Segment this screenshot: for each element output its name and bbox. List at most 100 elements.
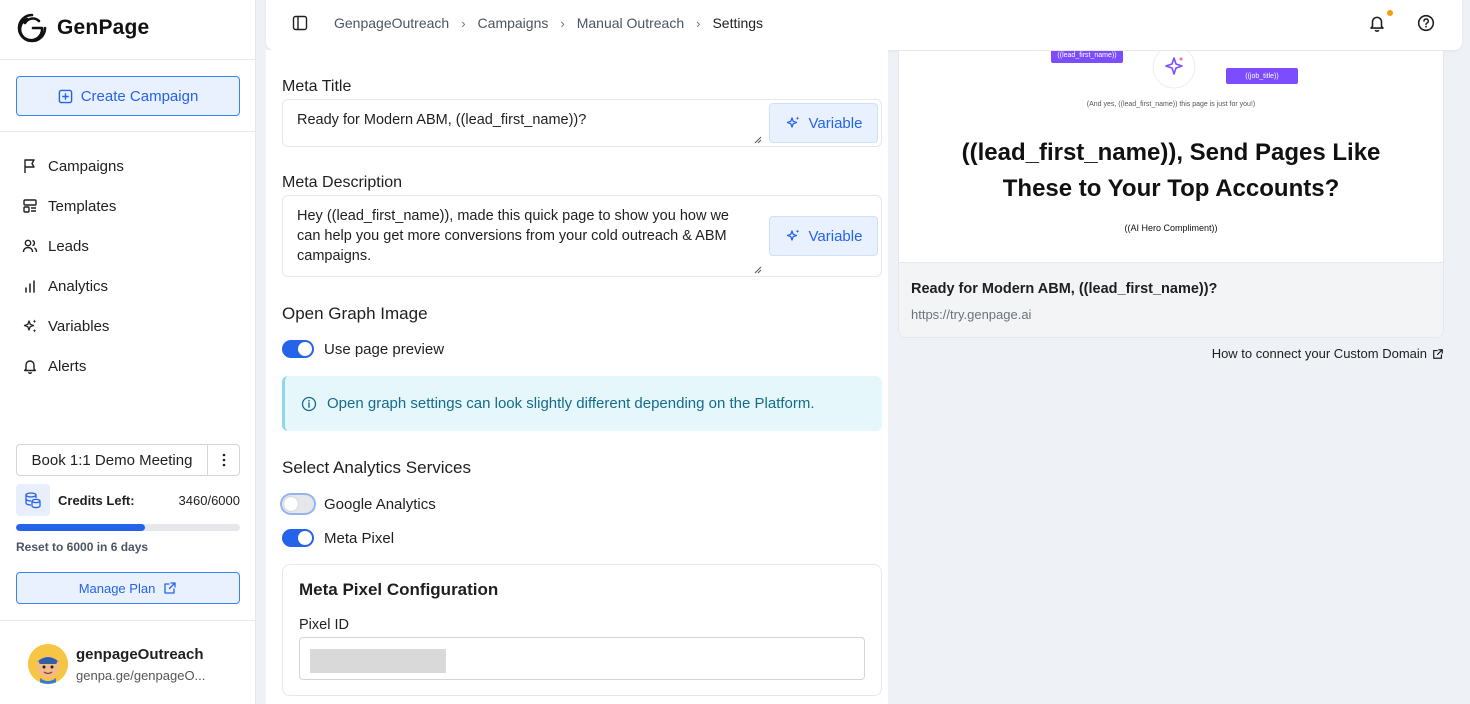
create-campaign-label: Create Campaign	[80, 87, 199, 105]
sidebar-item-alerts[interactable]: Alerts	[22, 346, 124, 386]
custom-domain-label: How to connect your Custom Domain	[1211, 346, 1427, 361]
use-page-preview-row: Use page preview	[282, 340, 444, 358]
sidebar-item-label: Alerts	[48, 357, 87, 375]
toggle-knob	[298, 342, 312, 356]
credits-progress-fill	[16, 524, 146, 531]
meta-description-field[interactable]: Hey ((lead_first_name)), made this quick…	[282, 195, 882, 277]
meta-pixel-label: Meta Pixel	[324, 529, 395, 547]
sidebar-nav: Campaigns Templates Leads Analytics Vari…	[22, 146, 124, 386]
sidebar-item-label: Leads	[48, 237, 89, 255]
og-preview-image: ((lead_first_name)) ((job_title)) (And y…	[899, 51, 1443, 262]
user-profile[interactable]: genpageOutreach genpa.ge/genpageO...	[28, 644, 205, 684]
use-page-preview-toggle[interactable]	[282, 340, 314, 358]
preview-subtext: ((AI Hero Compliment))	[1124, 223, 1218, 233]
sidebar-divider	[0, 59, 256, 60]
meta-pixel-toggle[interactable]	[282, 529, 314, 547]
breadcrumb-item[interactable]: Manual Outreach	[577, 15, 684, 31]
avatar	[28, 644, 68, 684]
credits-progress-bar	[16, 524, 240, 531]
resize-handle-icon[interactable]	[753, 135, 762, 144]
sparkles-icon	[23, 319, 37, 333]
meta-pixel-row: Meta Pixel	[282, 529, 394, 547]
credits-row: Credits Left: 3460/6000	[16, 484, 240, 516]
google-analytics-label: Google Analytics	[324, 495, 436, 513]
ai-sparkle-icon	[1152, 51, 1196, 89]
chevron-right-icon: ›	[560, 15, 565, 31]
book-demo-button[interactable]: Book 1:1 Demo Meeting	[17, 445, 208, 475]
sidebar-divider	[0, 620, 256, 621]
insert-variable-button[interactable]: Variable	[769, 216, 878, 256]
external-link-icon	[164, 582, 176, 594]
preview-url: https://try.genpage.ai	[911, 307, 1032, 322]
pixel-id-input[interactable]	[299, 637, 865, 680]
genpage-logo-icon	[17, 13, 47, 43]
preview-headline: ((lead_first_name)), Send Pages Like The…	[899, 135, 1443, 207]
manage-plan-label: Manage Plan	[78, 580, 156, 596]
breadcrumb-current: Settings	[712, 15, 764, 31]
google-analytics-toggle[interactable]	[282, 495, 314, 513]
sidebar-item-label: Variables	[48, 317, 110, 335]
insert-variable-button[interactable]: Variable	[769, 103, 878, 143]
app-logo[interactable]: GenPage	[16, 12, 149, 44]
sidebar-item-label: Templates	[48, 197, 117, 215]
credits-reset-text: Reset to 6000 in 6 days	[16, 540, 149, 554]
sidebar-divider	[0, 131, 256, 132]
meta-title-field[interactable]: Ready for Modern ABM, ((lead_first_name)…	[282, 99, 882, 147]
preview-headline-line1: ((lead_first_name)), Send Pages Like	[961, 139, 1381, 166]
info-callout: Open graph settings can look slightly di…	[282, 376, 882, 431]
preview-note: (And yes, ((lead_first_name)) this page …	[1086, 101, 1256, 108]
sidebar-item-leads[interactable]: Leads	[22, 226, 124, 266]
flag-icon	[24, 159, 35, 173]
meta-title-label: Meta Title	[282, 78, 352, 95]
breadcrumb-item[interactable]: GenpageOutreach	[334, 15, 449, 31]
sidebar-item-analytics[interactable]: Analytics	[22, 266, 124, 306]
app-name: GenPage	[57, 16, 150, 39]
analytics-title: Select Analytics Services	[282, 458, 471, 477]
custom-domain-link[interactable]: How to connect your Custom Domain	[1212, 346, 1444, 361]
google-analytics-row: Google Analytics	[282, 495, 436, 513]
meta-description-value: Hey ((lead_first_name)), made this quick…	[297, 208, 729, 264]
manage-plan-button[interactable]: Manage Plan	[16, 572, 240, 604]
sidebar-item-variables[interactable]: Variables	[22, 306, 124, 346]
breadcrumb: GenpageOutreach › Campaigns › Manual Out…	[334, 15, 763, 31]
settings-form: Meta Title Ready for Modern ABM, ((lead_…	[266, 50, 888, 704]
chevron-right-icon: ›	[461, 15, 466, 31]
user-name: genpageOutreach	[76, 645, 204, 663]
meta-description-label: Meta Description	[282, 174, 403, 191]
top-header: GenpageOutreach › Campaigns › Manual Out…	[266, 0, 1462, 50]
resize-handle-icon[interactable]	[753, 265, 762, 274]
create-campaign-button[interactable]: Create Campaign	[16, 76, 240, 116]
redacted-value	[310, 649, 446, 673]
pixel-id-label: Pixel ID	[299, 617, 349, 633]
breadcrumb-item[interactable]: Campaigns	[478, 15, 549, 31]
more-options-button[interactable]	[208, 445, 239, 475]
chevron-right-icon: ›	[696, 15, 701, 31]
toggle-knob	[284, 497, 298, 511]
og-preview-card: ((lead_first_name)) ((job_title)) (And y…	[898, 50, 1444, 338]
sidebar-item-label: Campaigns	[48, 157, 124, 175]
sidebar-item-label: Analytics	[48, 277, 109, 295]
notification-dot	[1387, 10, 1393, 16]
sidebar-item-campaigns[interactable]: Campaigns	[22, 146, 124, 186]
notifications-bell-icon[interactable]	[1368, 14, 1386, 32]
sparkles-icon	[786, 116, 799, 128]
sidebar: GenPage Create Campaign Campaigns Templa…	[0, 0, 256, 704]
sidebar-toggle-icon[interactable]	[292, 15, 308, 31]
credits-label: Credits Left:	[58, 492, 135, 508]
sidebar-item-templates[interactable]: Templates	[22, 186, 124, 226]
bell-icon	[24, 360, 36, 374]
info-icon	[301, 396, 317, 411]
og-image-title: Open Graph Image	[282, 304, 428, 323]
plus-square-icon	[58, 89, 73, 103]
templates-icon	[23, 199, 37, 213]
meta-title-value: Ready for Modern ABM, ((lead_first_name)…	[297, 112, 587, 128]
help-icon[interactable]	[1417, 14, 1435, 32]
info-text: Open graph settings can look slightly di…	[327, 395, 815, 412]
kebab-menu-icon	[222, 453, 225, 467]
toggle-knob	[298, 531, 312, 545]
demo-meeting-group: Book 1:1 Demo Meeting	[16, 444, 240, 476]
preview-meta-title: Ready for Modern ABM, ((lead_first_name)…	[911, 281, 1218, 297]
preview-meta: Ready for Modern ABM, ((lead_first_name)…	[899, 262, 1443, 337]
external-link-icon	[1433, 348, 1443, 359]
bar-chart-icon	[25, 280, 35, 293]
